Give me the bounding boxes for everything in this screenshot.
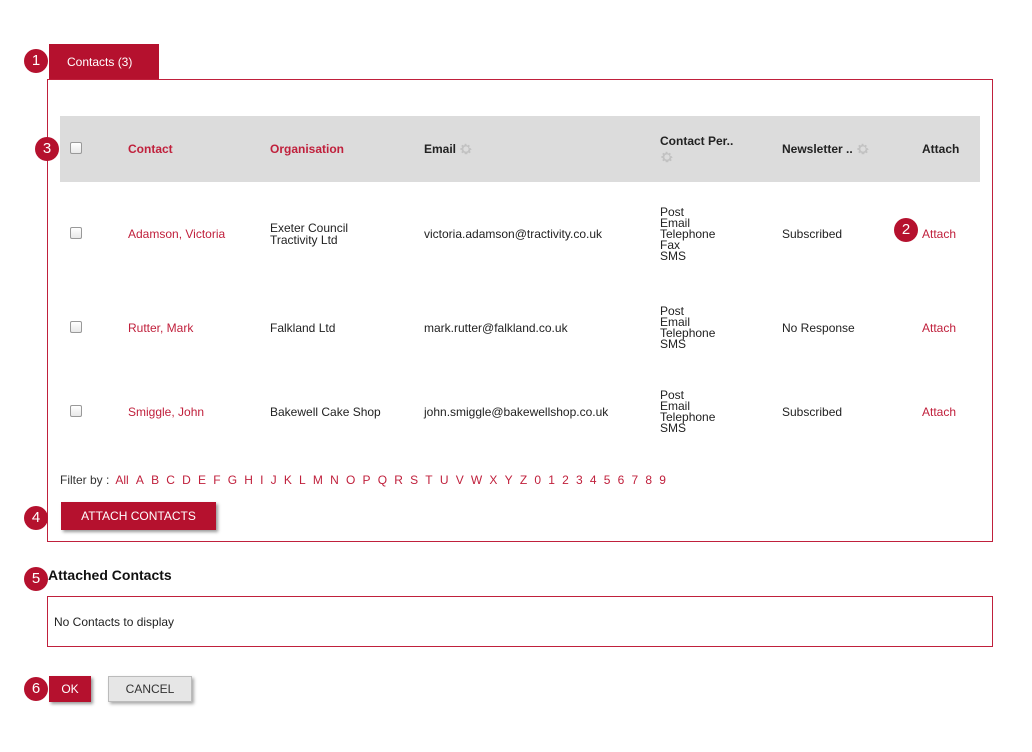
filter-option-j[interactable]: J <box>271 473 277 487</box>
filter-option-n[interactable]: N <box>330 473 339 487</box>
newsletter-status: Subscribed <box>782 405 843 419</box>
select-all-checkbox[interactable] <box>70 141 82 154</box>
filter-option-r[interactable]: R <box>394 473 403 487</box>
table-row: Adamson, Victoria Exeter Council Tractiv… <box>60 182 980 286</box>
filter-option-p[interactable]: P <box>363 473 371 487</box>
table-row: Smiggle, John Bakewell Cake Shop john.sm… <box>60 370 980 454</box>
contact-methods-cell: Post Email Telephone SMS <box>660 286 782 370</box>
contact-method: SMS <box>660 421 687 435</box>
filter-option-q[interactable]: Q <box>378 473 387 487</box>
filter-option-g[interactable]: G <box>228 473 237 487</box>
contact-methods-cell: Post Email Telephone Fax SMS <box>660 182 782 286</box>
callout-badge-4: 4 <box>24 506 48 530</box>
filter-option-x[interactable]: X <box>489 473 497 487</box>
column-header-contact-pref-label: Contact Per.. <box>660 134 734 148</box>
email-cell: mark.rutter@falkland.co.uk <box>424 321 568 335</box>
newsletter-status: No Response <box>782 321 855 335</box>
row-checkbox[interactable] <box>70 404 82 417</box>
contact-name-link[interactable]: Smiggle, John <box>128 370 270 454</box>
filter-option-b[interactable]: B <box>151 473 159 487</box>
filter-option-t[interactable]: T <box>425 473 432 487</box>
contacts-table: Contact Organisation Email Contact Per..… <box>60 116 980 454</box>
table-header-row: Contact Organisation Email Contact Per..… <box>60 116 980 182</box>
empty-message: No Contacts to display <box>54 614 175 629</box>
filter-option-s[interactable]: S <box>410 473 418 487</box>
organisation-name: Falkland Ltd <box>270 321 336 335</box>
contact-method: SMS <box>660 337 687 351</box>
filter-option-9[interactable]: 9 <box>659 473 666 487</box>
column-header-organisation[interactable]: Organisation <box>270 116 424 182</box>
attach-link[interactable]: Attach <box>922 182 980 286</box>
gear-icon[interactable] <box>459 142 473 156</box>
filter-option-7[interactable]: 7 <box>631 473 638 487</box>
filter-option-8[interactable]: 8 <box>645 473 652 487</box>
column-header-email: Email <box>424 116 660 182</box>
gear-icon[interactable] <box>660 150 674 164</box>
filter-label: Filter by : <box>60 473 110 487</box>
attach-contacts-button[interactable]: ATTACH CONTACTS <box>61 502 216 530</box>
tab-contacts-label: Contacts (3) <box>67 55 133 69</box>
filter-option-e[interactable]: E <box>198 473 206 487</box>
row-checkbox[interactable] <box>70 226 82 239</box>
contact-methods-cell: Post Email Telephone SMS <box>660 370 782 454</box>
table-row: Rutter, Mark Falkland Ltd mark.rutter@fa… <box>60 286 980 370</box>
filter-option-4[interactable]: 4 <box>590 473 597 487</box>
callout-badge-6: 6 <box>24 677 48 701</box>
filter-option-y[interactable]: Y <box>505 473 513 487</box>
filter-option-k[interactable]: K <box>284 473 292 487</box>
filter-option-z[interactable]: Z <box>520 473 527 487</box>
filter-option-i[interactable]: I <box>260 473 263 487</box>
email-cell: victoria.adamson@tractivity.co.uk <box>424 227 603 241</box>
contact-method: SMS <box>660 248 687 263</box>
filter-option-c[interactable]: C <box>166 473 175 487</box>
filter-option-6[interactable]: 6 <box>618 473 625 487</box>
filter-option-w[interactable]: W <box>471 473 482 487</box>
email-cell: john.smiggle@bakewellshop.co.uk <box>424 405 609 419</box>
column-header-contact[interactable]: Contact <box>128 116 270 182</box>
gear-icon[interactable] <box>856 142 870 156</box>
filter-option-0[interactable]: 0 <box>534 473 541 487</box>
filter-option-d[interactable]: D <box>182 473 191 487</box>
column-header-newsletter: Newsletter .. <box>782 116 922 182</box>
filter-option-o[interactable]: O <box>346 473 355 487</box>
filter-options: All A B C D E F G H I J K L M N O P Q R S T U V W X Y Z 0 1 2 3 4 5 6 7 8 9 <box>115 473 673 487</box>
filter-option-1[interactable]: 1 <box>548 473 555 487</box>
attach-link[interactable]: Attach <box>922 370 980 454</box>
filter-option-u[interactable]: U <box>440 473 449 487</box>
filter-option-l[interactable]: L <box>299 473 306 487</box>
callout-badge-3: 3 <box>35 137 59 161</box>
organisation-name: Bakewell Cake Shop <box>270 405 381 419</box>
contact-name-link[interactable]: Adamson, Victoria <box>128 182 270 286</box>
filter-option-f[interactable]: F <box>213 473 220 487</box>
organisation-name: Tractivity Ltd <box>270 233 338 247</box>
filter-option-h[interactable]: H <box>244 473 253 487</box>
callout-badge-1: 1 <box>24 49 48 73</box>
attached-contacts-title: Attached Contacts <box>48 567 172 583</box>
attach-link[interactable]: Attach <box>922 286 980 370</box>
filter-option-v[interactable]: V <box>456 473 464 487</box>
filter-option-3[interactable]: 3 <box>576 473 583 487</box>
column-header-contact-pref: Contact Per.. <box>660 116 782 182</box>
column-header-newsletter-label: Newsletter .. <box>782 141 853 156</box>
column-header-email-label: Email <box>424 141 457 156</box>
filter-option-all[interactable]: All <box>115 473 128 487</box>
organisation-cell: Exeter Council Tractivity Ltd <box>270 182 424 286</box>
contacts-panel: Contact Organisation Email Contact Per..… <box>47 79 993 542</box>
filter-option-a[interactable]: A <box>136 473 144 487</box>
column-header-attach: Attach <box>922 142 960 156</box>
cancel-button[interactable]: CANCEL <box>108 676 192 702</box>
filter-bar: Filter by : All A B C D E F G H I J K L M N O P Q R S T U V W X Y Z… <box>60 473 673 487</box>
tab-contacts[interactable]: Contacts (3) <box>49 44 159 80</box>
callout-badge-5: 5 <box>24 567 48 591</box>
row-checkbox[interactable] <box>70 320 82 333</box>
filter-option-2[interactable]: 2 <box>562 473 569 487</box>
filter-option-5[interactable]: 5 <box>604 473 611 487</box>
contact-name-link[interactable]: Rutter, Mark <box>128 286 270 370</box>
filter-option-m[interactable]: M <box>313 473 323 487</box>
ok-button[interactable]: OK <box>49 676 91 702</box>
callout-badge-2: 2 <box>894 218 918 242</box>
attached-contacts-box: No Contacts to display <box>47 596 993 647</box>
